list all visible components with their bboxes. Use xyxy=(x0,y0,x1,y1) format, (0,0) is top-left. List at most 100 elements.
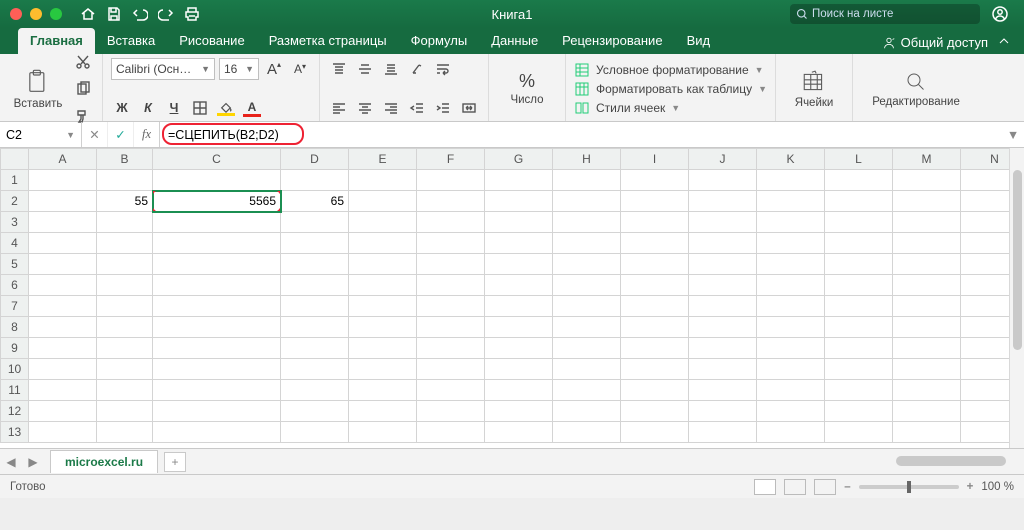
increase-indent-icon[interactable] xyxy=(432,97,454,119)
row-header[interactable]: 4 xyxy=(1,233,29,254)
cell[interactable]: 65 xyxy=(281,191,349,212)
expand-formula-bar-icon[interactable]: ▼ xyxy=(1002,128,1024,142)
row-header[interactable]: 10 xyxy=(1,359,29,380)
italic-button[interactable]: К xyxy=(137,97,159,119)
align-middle-icon[interactable] xyxy=(354,58,376,80)
bold-button[interactable]: Ж xyxy=(111,97,133,119)
row-header[interactable]: 11 xyxy=(1,380,29,401)
column-header[interactable]: H xyxy=(553,149,621,170)
increase-font-icon[interactable]: А▴ xyxy=(263,58,285,80)
merge-icon[interactable] xyxy=(458,97,480,119)
maximize-button[interactable] xyxy=(50,8,62,20)
underline-button[interactable]: Ч xyxy=(163,97,185,119)
column-header[interactable]: K xyxy=(757,149,825,170)
row-header[interactable]: 3 xyxy=(1,212,29,233)
tab-insert[interactable]: Вставка xyxy=(95,28,167,54)
decrease-font-icon[interactable]: А▾ xyxy=(289,58,311,80)
active-cell[interactable]: 5565 xyxy=(153,191,281,212)
tab-view[interactable]: Вид xyxy=(675,28,723,54)
borders-icon[interactable] xyxy=(189,97,211,119)
search-input[interactable]: Поиск на листе xyxy=(790,4,980,24)
column-header[interactable]: A xyxy=(29,149,97,170)
next-sheet-icon[interactable]: ▶ xyxy=(22,455,44,469)
align-center-icon[interactable] xyxy=(354,97,376,119)
column-header[interactable]: C xyxy=(153,149,281,170)
column-header[interactable]: F xyxy=(417,149,485,170)
tab-data[interactable]: Данные xyxy=(479,28,550,54)
zoom-in-button[interactable]: + xyxy=(967,481,974,493)
row-header[interactable]: 12 xyxy=(1,401,29,422)
prev-sheet-icon[interactable]: ◀ xyxy=(0,455,22,469)
row-header[interactable]: 2 xyxy=(1,191,29,212)
minimize-button[interactable] xyxy=(30,8,42,20)
paste-button[interactable]: Вставить xyxy=(8,68,68,110)
font-color-icon[interactable]: А xyxy=(241,97,263,119)
tab-formulas[interactable]: Формулы xyxy=(399,28,480,54)
column-header[interactable]: L xyxy=(825,149,893,170)
home-icon[interactable] xyxy=(80,6,96,22)
format-as-table-button[interactable]: Форматировать как таблицу▼ xyxy=(574,81,767,97)
tab-review[interactable]: Рецензирование xyxy=(550,28,674,54)
wrap-text-icon[interactable] xyxy=(432,58,454,80)
column-header[interactable]: J xyxy=(689,149,757,170)
collapse-ribbon-icon[interactable] xyxy=(998,35,1010,50)
formula-input[interactable]: =СЦЕПИТЬ(B2;D2) xyxy=(160,122,1002,147)
font-name-select[interactable]: Calibri (Осн…▼ xyxy=(111,58,215,80)
column-header[interactable]: I xyxy=(621,149,689,170)
row-header[interactable]: 8 xyxy=(1,317,29,338)
redo-icon[interactable] xyxy=(158,6,174,22)
column-header[interactable]: G xyxy=(485,149,553,170)
decrease-indent-icon[interactable] xyxy=(406,97,428,119)
sheet-tab[interactable]: microexcel.ru xyxy=(50,450,158,473)
column-header[interactable]: E xyxy=(349,149,417,170)
worksheet[interactable]: A B C D E F G H I J K L M N 1 255556565 … xyxy=(0,148,1024,448)
tab-draw[interactable]: Рисование xyxy=(167,28,256,54)
quick-access-toolbar xyxy=(80,6,200,22)
zoom-out-button[interactable]: – xyxy=(844,481,850,493)
cell[interactable]: 55 xyxy=(97,191,153,212)
user-icon[interactable] xyxy=(992,6,1008,22)
cancel-edit-button[interactable]: ✕ xyxy=(82,122,108,147)
row-header[interactable]: 7 xyxy=(1,296,29,317)
editing-button[interactable]: Редактирование xyxy=(861,70,971,108)
align-bottom-icon[interactable] xyxy=(380,58,402,80)
cell-styles-button[interactable]: Стили ячеек▼ xyxy=(574,100,767,116)
save-icon[interactable] xyxy=(106,6,122,22)
row-header[interactable]: 6 xyxy=(1,275,29,296)
name-box[interactable]: C2▼ xyxy=(0,122,82,147)
align-left-icon[interactable] xyxy=(328,97,350,119)
undo-icon[interactable] xyxy=(132,6,148,22)
copy-icon[interactable] xyxy=(72,78,94,100)
column-header[interactable]: D xyxy=(281,149,349,170)
insert-function-button[interactable]: fx xyxy=(134,122,160,147)
page-break-view-icon[interactable] xyxy=(814,479,836,495)
orientation-icon[interactable] xyxy=(406,58,428,80)
cells-button[interactable]: Ячейки xyxy=(784,69,844,109)
print-icon[interactable] xyxy=(184,6,200,22)
row-header[interactable]: 5 xyxy=(1,254,29,275)
column-header[interactable]: B xyxy=(97,149,153,170)
row-header[interactable]: 13 xyxy=(1,422,29,443)
number-format-button[interactable]: % Число xyxy=(497,71,557,106)
tab-page-layout[interactable]: Разметка страницы xyxy=(257,28,399,54)
normal-view-icon[interactable] xyxy=(754,479,776,495)
align-right-icon[interactable] xyxy=(380,97,402,119)
vertical-scrollbar[interactable] xyxy=(1009,148,1024,448)
close-button[interactable] xyxy=(10,8,22,20)
row-header[interactable]: 1 xyxy=(1,170,29,191)
add-sheet-button[interactable]: + xyxy=(164,452,186,472)
tab-home[interactable]: Главная xyxy=(18,28,95,54)
zoom-slider[interactable] xyxy=(859,485,959,489)
align-top-icon[interactable] xyxy=(328,58,350,80)
page-layout-view-icon[interactable] xyxy=(784,479,806,495)
row-header[interactable]: 9 xyxy=(1,338,29,359)
conditional-formatting-button[interactable]: Условное форматирование▼ xyxy=(574,62,767,78)
zoom-level[interactable]: 100 % xyxy=(981,481,1014,493)
font-size-select[interactable]: 16▼ xyxy=(219,58,259,80)
column-header[interactable]: M xyxy=(893,149,961,170)
share-button[interactable]: Общий доступ xyxy=(882,35,988,50)
fill-color-icon[interactable] xyxy=(215,97,237,119)
horizontal-scrollbar[interactable] xyxy=(186,449,1024,474)
accept-edit-button[interactable]: ✓ xyxy=(108,122,134,147)
select-all-corner[interactable] xyxy=(1,149,29,170)
